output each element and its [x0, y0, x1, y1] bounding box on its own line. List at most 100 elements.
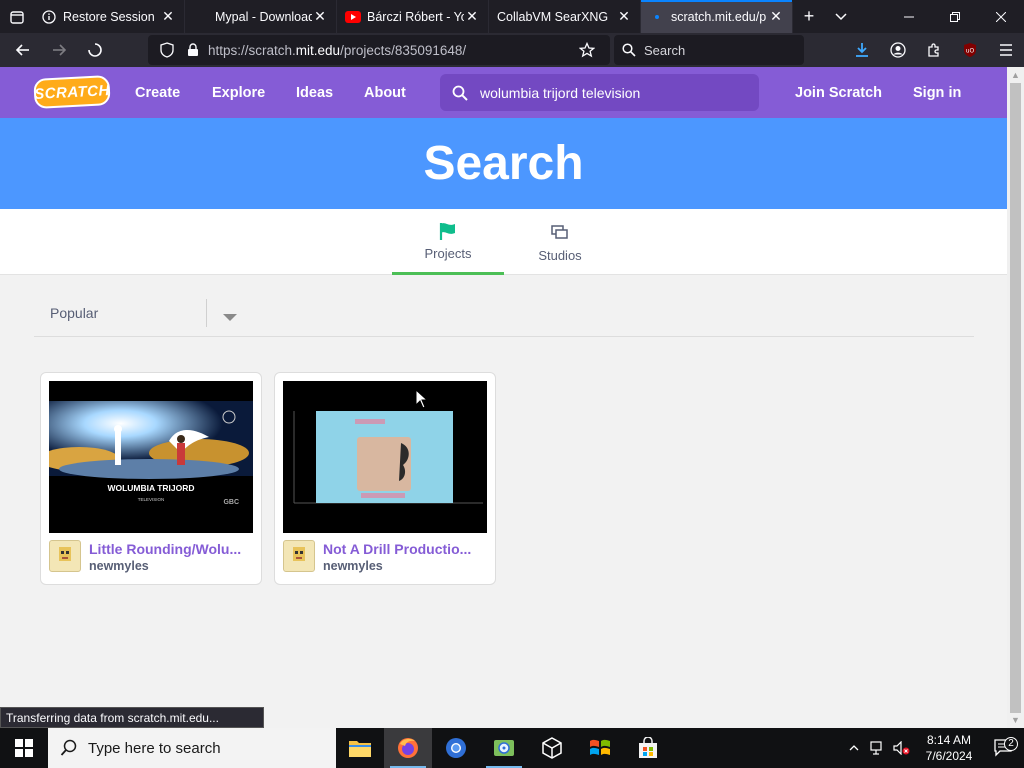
downloads-button[interactable] — [844, 33, 880, 67]
tab-label: Mypal - Download — [215, 9, 312, 24]
shield-icon[interactable] — [156, 42, 178, 58]
close-tab-icon[interactable]: ✕ — [464, 8, 480, 25]
star-icon[interactable] — [576, 42, 598, 58]
not-a-drill-thumbnail — [283, 381, 487, 533]
project-title[interactable]: Not A Drill Productio... — [323, 541, 489, 557]
tab-scratch-active[interactable]: scratch.mit.edu/p ✕ — [641, 0, 793, 33]
tab-label: CollabVM SearXNG — [497, 9, 609, 24]
cube-icon — [542, 737, 562, 759]
nav-ideas-link[interactable]: Ideas — [296, 67, 333, 118]
web-search-field[interactable]: Search — [614, 35, 804, 65]
project-thumbnail[interactable]: WOLUMBIA TRIJORD TELEVISION GBC — [49, 381, 253, 533]
join-scratch-link[interactable]: Join Scratch — [795, 67, 882, 118]
ublock-button[interactable]: uO — [952, 33, 988, 67]
thumb-corner-text: GBC — [223, 499, 239, 506]
scroll-up-icon[interactable]: ▲ — [1007, 67, 1024, 83]
tab-collabvm-searxng[interactable]: CollabVM SearXNG ✕ — [489, 0, 641, 33]
account-button[interactable] — [880, 33, 916, 67]
lock-icon[interactable] — [182, 43, 204, 57]
project-author[interactable]: newmyles — [89, 559, 149, 573]
url-domain: mit.edu — [295, 42, 341, 58]
scrollbar-thumb[interactable] — [1010, 83, 1021, 713]
media-player-icon — [494, 740, 514, 756]
address-bar[interactable]: https://scratch.mit.edu/projects/8350916… — [148, 35, 610, 65]
close-tab-icon[interactable]: ✕ — [160, 8, 176, 25]
tab-restore-session[interactable]: Restore Session ✕ — [33, 0, 185, 33]
taskbar-windows-xp-app[interactable] — [576, 728, 624, 768]
forward-button[interactable] — [42, 33, 76, 67]
project-card[interactable]: Not A Drill Productio... newmyles — [274, 372, 496, 585]
nav-explore-link[interactable]: Explore — [212, 67, 265, 118]
logo-text: SCRATCH — [33, 81, 111, 103]
restore-icon — [950, 11, 960, 22]
project-title[interactable]: Little Rounding/Wolu... — [89, 541, 255, 557]
tab-studios[interactable]: Studios — [504, 209, 616, 275]
taskbar-firefox[interactable] — [384, 728, 432, 768]
taskbar-file-explorer[interactable] — [336, 728, 384, 768]
taskbar-store[interactable] — [624, 728, 672, 768]
action-center-button[interactable]: 2 — [984, 737, 1024, 757]
taskbar-chromium[interactable] — [432, 728, 480, 768]
nav-about-link[interactable]: About — [364, 67, 406, 118]
close-tab-icon[interactable]: ✕ — [616, 8, 632, 25]
page-scrollbar[interactable]: ▲ ▼ — [1007, 67, 1024, 728]
project-author[interactable]: newmyles — [323, 559, 383, 573]
volume-muted-icon[interactable] — [890, 741, 914, 755]
minimize-button[interactable] — [886, 0, 932, 33]
project-thumbnail[interactable] — [283, 381, 487, 533]
tab-mypal-download[interactable]: Mypal - Download ✕ — [185, 0, 337, 33]
taskbar-clock[interactable]: 8:14 AM 7/6/2024 — [914, 732, 984, 764]
restore-button[interactable] — [932, 0, 978, 33]
extensions-button[interactable] — [916, 33, 952, 67]
list-all-tabs-button[interactable] — [0, 0, 33, 33]
scratch-search-input[interactable]: wolumbia trijord television — [440, 74, 759, 111]
hamburger-menu-icon — [1000, 44, 1012, 56]
toolbar-right: uO — [844, 33, 1024, 67]
chromium-icon — [446, 738, 466, 758]
network-icon[interactable] — [866, 741, 890, 755]
scroll-down-icon[interactable]: ▼ — [1007, 712, 1024, 728]
taskbar-virtualbox[interactable] — [528, 728, 576, 768]
arrow-left-icon — [15, 44, 29, 56]
system-tray: 8:14 AM 7/6/2024 2 — [842, 728, 1024, 768]
app-menu-button[interactable] — [988, 33, 1024, 67]
taskbar-media-app[interactable] — [480, 728, 528, 768]
new-tab-button[interactable]: + — [793, 0, 825, 33]
tab-projects[interactable]: Projects — [392, 209, 504, 275]
loading-spinner-icon — [88, 43, 102, 57]
taskbar-search-box[interactable]: Type here to search — [48, 728, 336, 768]
project-card[interactable]: WOLUMBIA TRIJORD TELEVISION GBC Little R… — [40, 372, 262, 585]
tab-label: scratch.mit.edu/p — [671, 9, 767, 24]
start-button[interactable] — [0, 728, 48, 768]
avatar[interactable] — [283, 540, 315, 572]
tab-studios-label: Studios — [538, 247, 582, 263]
nav-create-link[interactable]: Create — [135, 67, 180, 118]
chevron-down-icon[interactable] — [825, 0, 857, 33]
avatar[interactable] — [49, 540, 81, 572]
svg-text:uO: uO — [966, 48, 975, 55]
sort-dropdown[interactable]: Popular — [34, 295, 974, 337]
stop-loading-button[interactable] — [78, 33, 112, 67]
account-icon — [890, 42, 906, 58]
close-tab-icon[interactable]: ✕ — [312, 8, 328, 25]
browser-status-bar: Transferring data from scratch.mit.edu..… — [0, 707, 264, 728]
chevron-down-icon[interactable] — [222, 309, 238, 327]
search-value: wolumbia trijord television — [480, 84, 641, 101]
page-title: Search — [423, 137, 584, 190]
studio-icon — [550, 222, 570, 244]
show-hidden-icons-button[interactable] — [842, 745, 866, 751]
scratch-logo[interactable]: SCRATCH — [33, 75, 111, 109]
firefox-icon — [398, 738, 418, 758]
wolumbia-logo-thumbnail: WOLUMBIA TRIJORD TELEVISION GBC — [49, 381, 253, 533]
sign-in-link[interactable]: Sign in — [913, 67, 961, 118]
clock-time: 8:14 AM — [926, 733, 972, 747]
back-button[interactable] — [6, 33, 40, 67]
search-banner: Search — [0, 118, 1007, 209]
folder-icon — [349, 741, 371, 757]
close-tab-icon[interactable]: ✕ — [768, 8, 784, 25]
close-window-button[interactable] — [978, 0, 1024, 33]
mouse-cursor-icon — [415, 389, 429, 409]
search-tabs: Projects Studios — [0, 209, 1007, 275]
loading-dot-icon — [649, 9, 665, 25]
tab-youtube[interactable]: Bárczi Róbert - You ✕ — [337, 0, 489, 33]
